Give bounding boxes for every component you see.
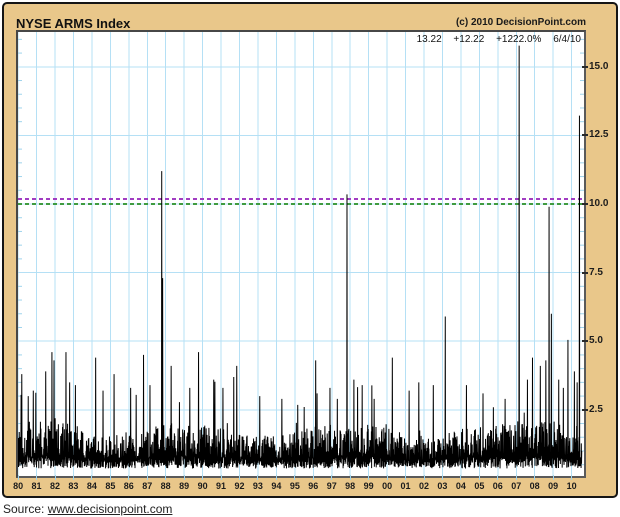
x-axis-label: 95 xyxy=(285,481,305,491)
x-axis-label: 97 xyxy=(322,481,342,491)
x-axis-tick xyxy=(91,475,92,480)
page-title: NYSE ARMS Index xyxy=(16,16,130,31)
x-axis-label: 03 xyxy=(432,481,452,491)
y-axis-label: 12.5 xyxy=(589,129,619,140)
x-axis-label: 99 xyxy=(359,481,379,491)
x-axis-tick xyxy=(239,475,240,480)
y-axis-label: 7.5 xyxy=(589,267,619,278)
x-axis-tick xyxy=(442,475,443,480)
x-axis-tick xyxy=(221,475,222,480)
y-axis-major-tick xyxy=(582,66,588,68)
x-axis-tick xyxy=(516,475,517,480)
x-axis-tick xyxy=(479,475,480,480)
x-axis-tick xyxy=(147,475,148,480)
y-axis-label: 5.0 xyxy=(589,335,619,346)
x-axis-tick xyxy=(534,475,535,480)
source-link[interactable]: www.decisionpoint.com xyxy=(48,502,173,516)
arms-chart-panel: NYSE ARMS Index (c) 2010 DecisionPoint.c… xyxy=(2,2,618,498)
x-axis-tick xyxy=(36,475,37,480)
chart-canvas xyxy=(18,32,584,476)
y-axis-major-tick xyxy=(582,409,588,411)
x-axis-label: 98 xyxy=(340,481,360,491)
x-axis-label: 83 xyxy=(63,481,83,491)
x-axis-label: 91 xyxy=(211,481,231,491)
x-axis-label: 93 xyxy=(248,481,268,491)
x-axis-tick xyxy=(110,475,111,480)
x-axis-label: 01 xyxy=(396,481,416,491)
plot-area: 13.22 +12.22 +1222.0% 6/4/10 xyxy=(16,30,586,478)
x-axis-label: 80 xyxy=(8,481,28,491)
y-axis-label: 2.5 xyxy=(589,404,619,415)
x-axis-tick xyxy=(387,475,388,480)
x-axis-label: 05 xyxy=(469,481,489,491)
x-axis-tick xyxy=(276,475,277,480)
y-axis-major-tick xyxy=(582,134,588,136)
x-axis-tick xyxy=(73,475,74,480)
x-axis-tick xyxy=(294,475,295,480)
x-axis-label: 85 xyxy=(100,481,120,491)
x-axis-tick xyxy=(184,475,185,480)
x-axis-label: 87 xyxy=(137,481,157,491)
x-axis-label: 84 xyxy=(82,481,102,491)
x-axis-label: 10 xyxy=(562,481,582,491)
x-axis-tick xyxy=(55,475,56,480)
x-axis-tick xyxy=(405,475,406,480)
x-axis-label: 82 xyxy=(45,481,65,491)
x-axis-label: 02 xyxy=(414,481,434,491)
x-axis-tick xyxy=(424,475,425,480)
x-axis-label: 06 xyxy=(488,481,508,491)
x-axis-label: 07 xyxy=(506,481,526,491)
x-axis-tick xyxy=(128,475,129,480)
x-axis-label: 90 xyxy=(193,481,213,491)
x-axis-label: 96 xyxy=(303,481,323,491)
x-axis-label: 92 xyxy=(230,481,250,491)
x-axis-tick xyxy=(331,475,332,480)
x-axis-tick xyxy=(313,475,314,480)
x-axis-label: 08 xyxy=(525,481,545,491)
y-axis-label: 15.0 xyxy=(589,61,619,72)
y-axis-label: 10.0 xyxy=(589,198,619,209)
x-axis-tick xyxy=(350,475,351,480)
x-axis-tick xyxy=(368,475,369,480)
x-axis-label: 81 xyxy=(27,481,47,491)
copyright-text: (c) 2010 DecisionPoint.com xyxy=(456,17,586,28)
x-axis-tick xyxy=(202,475,203,480)
x-axis-label: 89 xyxy=(174,481,194,491)
source-prefix: Source: xyxy=(3,502,44,516)
x-axis-tick xyxy=(497,475,498,480)
arms-series-path xyxy=(18,46,582,469)
x-axis-tick xyxy=(460,475,461,480)
source-line: Source: www.decisionpoint.com xyxy=(3,502,172,516)
x-axis-label: 09 xyxy=(543,481,563,491)
x-axis-label: 86 xyxy=(119,481,139,491)
y-axis-major-tick xyxy=(582,340,588,342)
x-axis-label: 00 xyxy=(377,481,397,491)
x-axis-tick xyxy=(18,475,19,480)
x-axis-label: 94 xyxy=(266,481,286,491)
x-axis-label: 04 xyxy=(451,481,471,491)
x-axis-label: 88 xyxy=(156,481,176,491)
y-axis-major-tick xyxy=(582,272,588,274)
x-axis-tick xyxy=(571,475,572,480)
x-axis-tick xyxy=(165,475,166,480)
x-axis-tick xyxy=(257,475,258,480)
x-axis-tick xyxy=(553,475,554,480)
y-axis-major-tick xyxy=(582,203,588,205)
